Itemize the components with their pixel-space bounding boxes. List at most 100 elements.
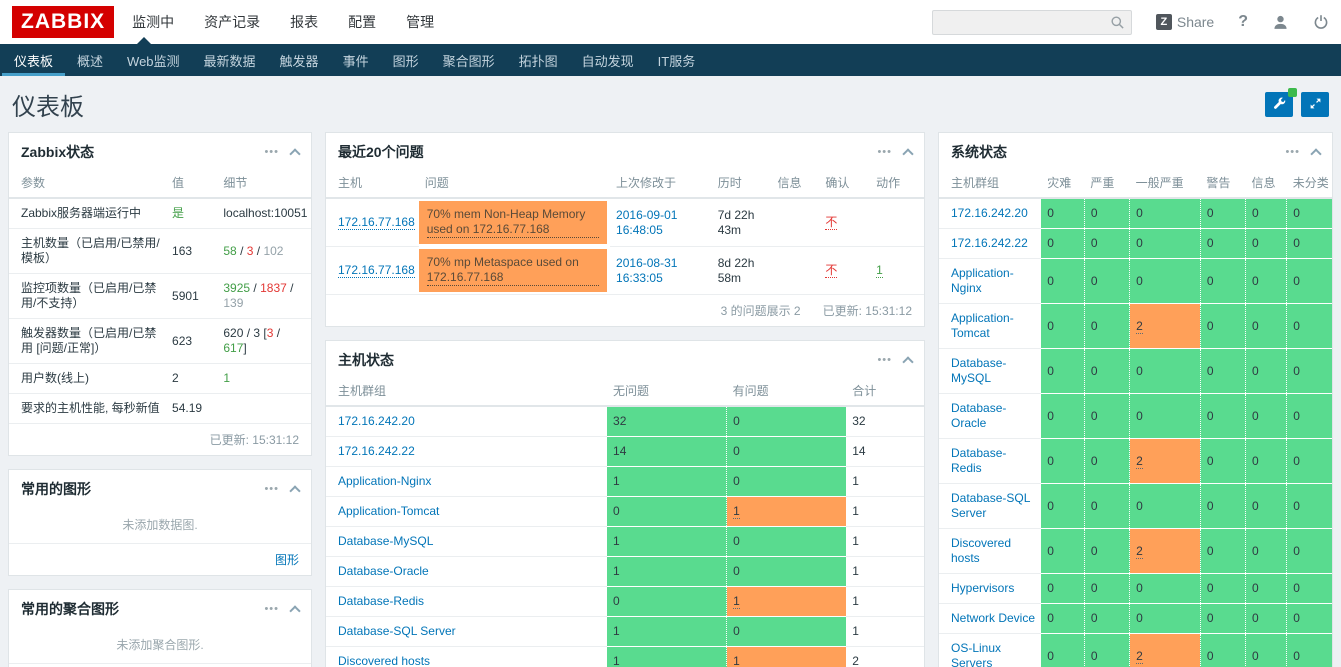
ack-link[interactable]: 不 <box>825 215 837 230</box>
host-group-link[interactable]: Discovered hosts <box>338 654 430 667</box>
search-icon[interactable] <box>1110 15 1125 30</box>
collapse-icon[interactable] <box>902 148 913 159</box>
main-nav-item[interactable]: 管理 <box>406 12 434 32</box>
host-group-link[interactable]: Database-Redis <box>338 594 424 608</box>
collapse-icon[interactable] <box>902 356 913 367</box>
widget-menu-icon[interactable]: ••• <box>264 147 279 158</box>
host-group-cell: Network Device <box>939 604 1041 634</box>
ack-link[interactable]: 不 <box>825 263 837 278</box>
host-group-link[interactable]: Database-Redis <box>951 446 1006 475</box>
host-group-link[interactable]: Discovered hosts <box>951 536 1011 565</box>
active-menu-pointer <box>136 37 152 45</box>
zabbix-status-table: 参数 值 细节 Zabbix服务器端运行中是localhost:10051主机数… <box>9 170 311 423</box>
zabbix-logo[interactable]: ZABBIX <box>12 6 114 38</box>
main-nav-item[interactable]: 资产记录 <box>204 12 260 32</box>
search-box[interactable] <box>932 10 1132 35</box>
last-change-link[interactable]: 2016-09-01 16:48:05 <box>616 208 677 237</box>
main-nav-item[interactable]: 报表 <box>290 12 318 32</box>
host-group-cell: Database-SQL Server <box>326 617 607 647</box>
host-group-link[interactable]: 172.16.242.22 <box>951 236 1028 250</box>
sub-nav-item[interactable]: 最新数据 <box>192 44 268 76</box>
severity-count-cell: 0 <box>1130 198 1201 229</box>
problem-count-link[interactable]: 1 <box>733 654 740 667</box>
collapse-icon[interactable] <box>289 148 300 159</box>
problem-link[interactable]: 70% mem Non-Heap Memory used on 172.16.7… <box>427 207 599 238</box>
collapse-icon[interactable] <box>289 605 300 616</box>
host-group-link[interactable]: Database-MySQL <box>951 356 1006 385</box>
actions-link[interactable]: 1 <box>876 263 883 278</box>
fullscreen-button[interactable] <box>1301 92 1329 117</box>
graphs-link[interactable]: 图形 <box>275 553 299 567</box>
host-group-link[interactable]: 172.16.242.20 <box>338 414 415 428</box>
column-header: 主机群组 <box>939 170 1041 198</box>
host-group-cell: Database-SQL Server <box>939 484 1041 529</box>
sub-nav-item[interactable]: Web监测 <box>115 44 192 76</box>
host-group-link[interactable]: Application-Tomcat <box>951 311 1014 340</box>
host-status-table: 主机群组 无问题 有问题 合计 172.16.242.2032032172.16… <box>326 378 924 667</box>
widget-menu-icon[interactable]: ••• <box>264 484 279 495</box>
severity-count-cell: 0 <box>1246 439 1287 484</box>
detail-segment: / <box>253 244 263 258</box>
updated-time: 15:31:12 <box>252 433 299 447</box>
severity-count-link[interactable]: 2 <box>1136 454 1143 469</box>
host-group-link[interactable]: 172.16.242.20 <box>951 206 1028 220</box>
host-group-link[interactable]: Hypervisors <box>951 581 1014 595</box>
host-group-link[interactable]: Database-SQL Server <box>951 491 1030 520</box>
host-group-link[interactable]: 172.16.242.22 <box>338 444 415 458</box>
widget-menu-icon[interactable]: ••• <box>264 604 279 615</box>
problem-link[interactable]: 70% mp Metaspace used on 172.16.77.168 <box>427 255 599 286</box>
host-group-link[interactable]: Application-Nginx <box>338 474 431 488</box>
host-group-link[interactable]: Database-Oracle <box>951 401 1006 430</box>
host-group-link[interactable]: Database-MySQL <box>338 534 433 548</box>
widget-zabbix-status: Zabbix状态 ••• 参数 值 细节 Zabbix服务器端运行中是local… <box>8 132 312 456</box>
search-input[interactable] <box>939 15 1110 29</box>
user-icon[interactable] <box>1272 14 1289 31</box>
detail-segment: 1837 <box>260 281 287 295</box>
main-nav: 监测中 资产记录 报表 配置 管理 <box>132 12 434 32</box>
host-group-link[interactable]: Network Device <box>951 611 1035 625</box>
sub-nav-item[interactable]: 事件 <box>331 44 381 76</box>
severity-count-link[interactable]: 2 <box>1136 319 1143 334</box>
last-change-link[interactable]: 2016-08-31 16:33:05 <box>616 256 677 285</box>
detail-segment: localhost:10051 <box>223 206 307 220</box>
with-problems-cell: 0 <box>727 527 847 557</box>
dashboard: Zabbix状态 ••• 参数 值 细节 Zabbix服务器端运行中是local… <box>0 132 1341 667</box>
severity-count-link[interactable]: 2 <box>1136 544 1143 559</box>
with-problems-cell: 0 <box>727 557 847 587</box>
host-group-link[interactable]: Application-Nginx <box>951 266 1014 295</box>
widget-title: 常用的聚合图形 <box>21 599 119 619</box>
sub-nav-item[interactable]: 触发器 <box>268 44 331 76</box>
host-group-link[interactable]: Application-Tomcat <box>338 504 439 518</box>
sub-nav-item[interactable]: 自动发现 <box>570 44 646 76</box>
widget-header: Zabbix状态 ••• <box>9 133 311 170</box>
share-button[interactable]: Z Share <box>1156 14 1214 30</box>
logout-icon[interactable] <box>1313 14 1329 30</box>
host-link[interactable]: 172.16.77.168 <box>338 263 415 278</box>
collapse-icon[interactable] <box>289 485 300 496</box>
dashboard-config-button[interactable] <box>1265 92 1293 117</box>
main-nav-item[interactable]: 配置 <box>348 12 376 32</box>
sub-nav-item[interactable]: 仪表板 <box>2 44 65 76</box>
host-group-link[interactable]: OS-Linux Servers <box>951 641 1001 667</box>
problem-count-link[interactable]: 1 <box>733 504 740 519</box>
host-group-link[interactable]: Database-Oracle <box>338 564 429 578</box>
host-group-link[interactable]: Database-SQL Server <box>338 624 456 638</box>
last-change-cell: 2016-09-01 16:48:05 <box>610 198 712 247</box>
help-button[interactable]: ? <box>1238 13 1248 31</box>
severity-count-link[interactable]: 2 <box>1136 649 1143 664</box>
sub-nav-item[interactable]: 图形 <box>381 44 431 76</box>
sub-nav-item[interactable]: 拓扑图 <box>507 44 570 76</box>
severity-count-cell: 0 <box>1287 574 1332 604</box>
problem-count-link[interactable]: 1 <box>733 594 740 609</box>
widget-menu-icon[interactable]: ••• <box>1285 147 1300 158</box>
host-status-row: Application-Tomcat011 <box>326 497 924 527</box>
sub-nav-item[interactable]: 概述 <box>65 44 115 76</box>
sub-nav-item[interactable]: 聚合图形 <box>431 44 507 76</box>
host-link[interactable]: 172.16.77.168 <box>338 215 415 230</box>
collapse-icon[interactable] <box>1310 148 1321 159</box>
ack-cell: 不 <box>819 247 870 295</box>
widget-menu-icon[interactable]: ••• <box>877 147 892 158</box>
widget-menu-icon[interactable]: ••• <box>877 355 892 366</box>
sub-nav-item[interactable]: IT服务 <box>646 44 708 76</box>
main-nav-item[interactable]: 监测中 <box>132 12 174 32</box>
